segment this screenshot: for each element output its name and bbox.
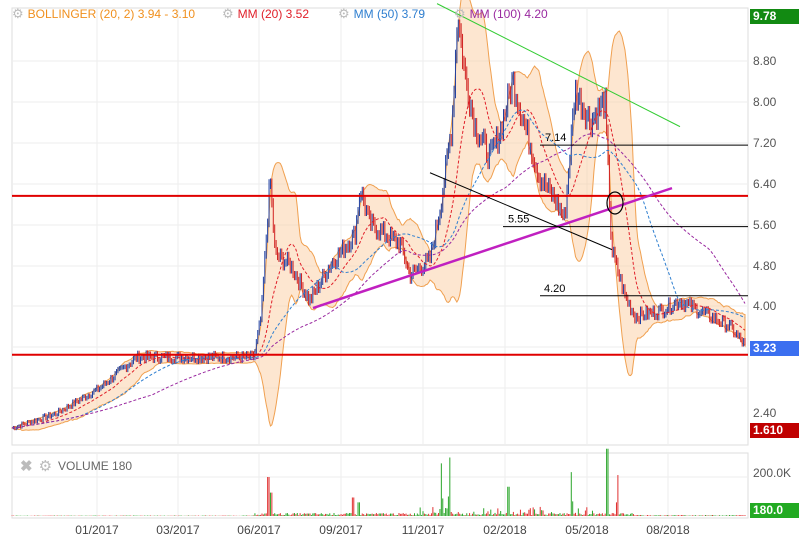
x-axis-label: 11/2017	[401, 523, 445, 537]
x-axis-label: 03/2017	[156, 523, 200, 537]
legend-label: MM (50) 3.79	[353, 7, 426, 21]
level-label: 4.20	[544, 283, 565, 295]
x-axis-label: 06/2017	[237, 523, 281, 537]
x-axis-label: 01/2017	[75, 523, 119, 537]
axis-label: 6.40	[753, 177, 777, 191]
axis-label: 5.60	[753, 218, 777, 232]
axis-label: 4.80	[753, 259, 777, 273]
axis-label: 4.00	[753, 299, 777, 313]
last-price-tag: 3.23	[750, 341, 799, 356]
high-price-tag: 9.78	[750, 9, 799, 24]
legend-label: MM (20) 3.52	[237, 7, 310, 21]
legend-label: MM (100) 4.20	[469, 7, 548, 21]
axis-label: 7.20	[753, 136, 777, 150]
gear-icon[interactable]: ⚙	[222, 6, 234, 22]
low-price-tag: 1.610	[750, 423, 799, 438]
gear-icon[interactable]: ⚙	[338, 6, 350, 22]
legend-bollinger[interactable]: ⚙ BOLLINGER (20, 2) 3.94 - 3.10	[12, 6, 195, 22]
volume-legend: ✖ ⚙ VOLUME 180	[20, 457, 132, 475]
x-axis-label: 02/2018	[483, 523, 527, 537]
volume-label: VOLUME 180	[58, 459, 133, 473]
axis-label: 2.40	[753, 406, 777, 420]
level-label: 5.55	[508, 214, 529, 226]
axis-label: 8.00	[753, 95, 777, 109]
x-axis-label: 05/2018	[565, 523, 609, 537]
volume-last-tag: 180.0	[750, 503, 799, 518]
axis-label: 8.80	[753, 54, 777, 68]
close-icon[interactable]: ✖	[20, 457, 33, 475]
volume-axis-label: 200.0K	[753, 466, 792, 480]
gear-icon[interactable]: ⚙	[454, 6, 466, 22]
x-axis-label: 09/2017	[319, 523, 363, 537]
stock-chart: 7.14 5.55 4.20 ⚙ BOLLINGER (20, 2) 3.94 - 3…	[0, 0, 810, 547]
level-label: 7.14	[545, 132, 566, 144]
legend-mm50[interactable]: ⚙ MM (50) 3.79	[338, 6, 425, 22]
legend-mm20[interactable]: ⚙ MM (20) 3.52	[222, 6, 309, 22]
legend-mm100[interactable]: ⚙ MM (100) 4.20	[454, 6, 548, 22]
gear-icon[interactable]: ⚙	[39, 457, 52, 475]
legend-label: BOLLINGER (20, 2) 3.94 - 3.10	[27, 7, 196, 21]
x-axis-label: 08/2018	[646, 523, 690, 537]
gear-icon[interactable]: ⚙	[12, 6, 24, 22]
